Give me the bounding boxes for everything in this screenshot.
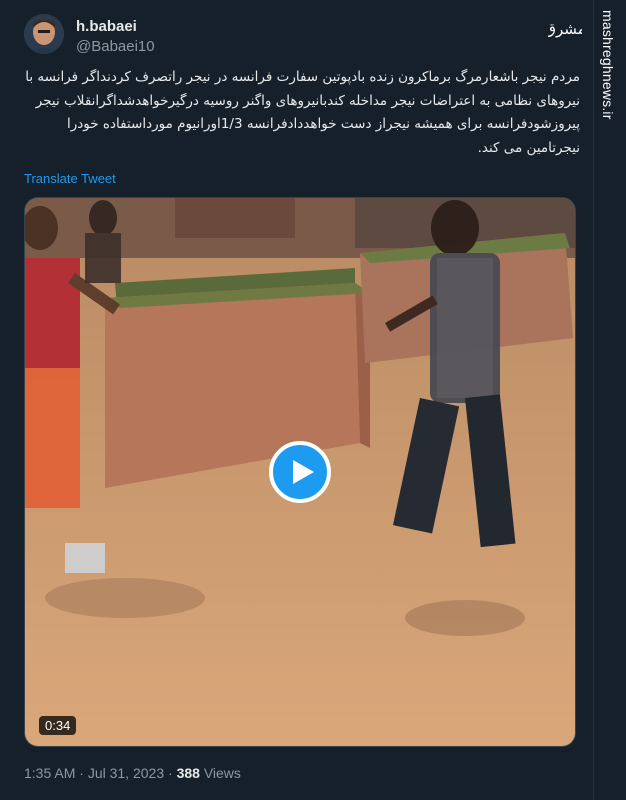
tweet-text-line: نیجرتامین می کند. <box>477 139 580 156</box>
tweet-text-line: مردم نیجر باشعارمرگ برماکرون زنده بادپوت… <box>25 69 580 85</box>
watermark-text: mashreghnews.ir <box>600 10 616 120</box>
meta-separator: · <box>75 765 88 781</box>
logo-text: مشرق <box>548 20 582 38</box>
site-logo: مشرق <box>544 12 585 46</box>
tweet-text-line: پیروزشودفرانسه برای همیشه نیجراز دست خوا… <box>67 116 580 132</box>
avatar[interactable] <box>24 14 64 54</box>
tweet-text: مردم نیجر باشعارمرگ برماکرون زنده بادپوت… <box>24 66 580 160</box>
person-background <box>85 200 121 283</box>
views-label: Views <box>199 765 241 781</box>
video-duration: 0:34 <box>39 716 77 735</box>
author-name[interactable]: h.babaei <box>76 18 137 35</box>
tweet-card: h.babaei @Babaei10 مشرق مردم نیجر باشعار… <box>0 0 592 800</box>
tweet-date[interactable]: Jul 31, 2023 <box>88 765 164 781</box>
views-count: 388 <box>176 765 200 781</box>
tweet-meta: 1:35 AM · Jul 31, 2023 · 388 Views <box>24 765 241 781</box>
author-handle[interactable]: @Babaei10 <box>76 38 155 55</box>
play-button[interactable] <box>269 441 331 503</box>
video-player[interactable]: 0:34 <box>24 197 576 747</box>
translate-tweet-link[interactable]: Translate Tweet <box>24 171 116 186</box>
tweet-time[interactable]: 1:35 AM <box>24 765 75 781</box>
avatar-image <box>24 14 64 54</box>
meta-separator: · <box>164 765 177 781</box>
tweet-text-line: نیروهای نظامی به اعتراضات نیجر مداخله کن… <box>35 92 580 109</box>
play-icon <box>293 460 314 484</box>
site-watermark: mashreghnews.ir <box>593 0 626 800</box>
